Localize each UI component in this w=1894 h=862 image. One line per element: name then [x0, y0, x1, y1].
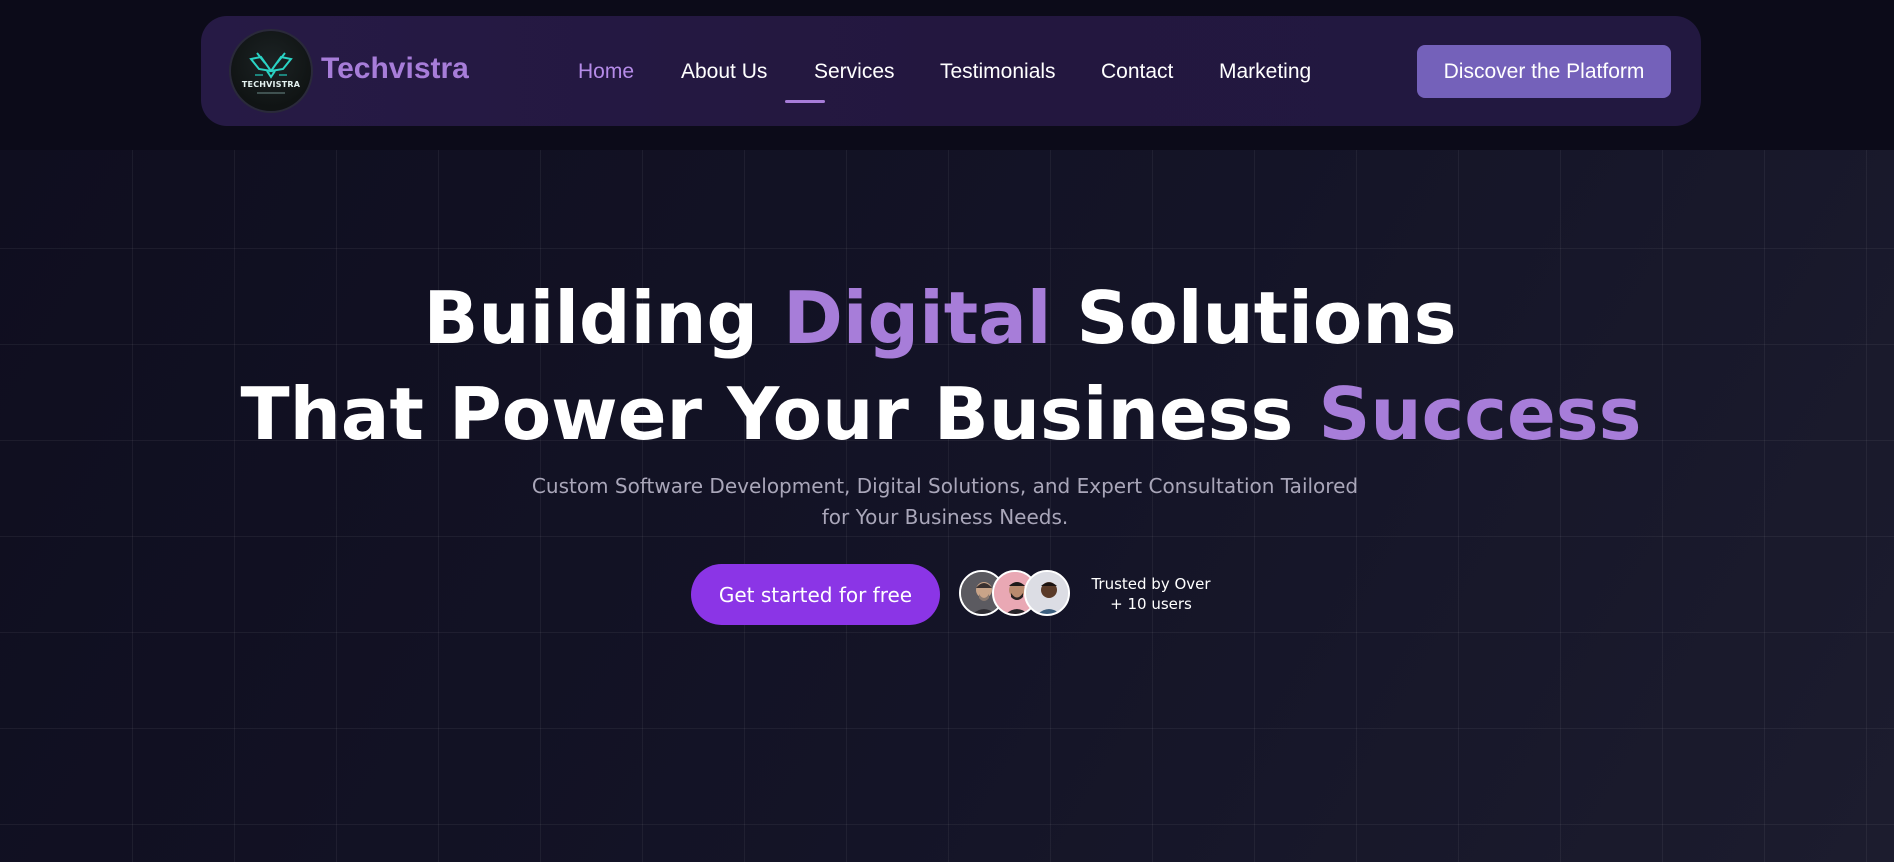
trusted-line-2: + 10 users — [1110, 595, 1192, 613]
nav-home[interactable]: Home — [578, 60, 634, 84]
hero-subtitle: Custom Software Development, Digital Sol… — [531, 474, 1359, 529]
headline-accent-digital: Digital — [783, 276, 1052, 360]
user-avatar-3 — [1024, 570, 1070, 616]
brand-name[interactable]: Techvistra — [321, 52, 469, 86]
trusted-line-1: Trusted by Over — [1091, 575, 1211, 593]
nav-about-us[interactable]: About Us — [681, 60, 767, 84]
discover-platform-button[interactable]: Discover the Platform — [1417, 45, 1671, 98]
nav-contact[interactable]: Contact — [1101, 60, 1173, 84]
nav-testimonials[interactable]: Testimonials — [940, 60, 1056, 84]
get-started-button[interactable]: Get started for free — [691, 564, 940, 625]
headline-text: That Power Your Business — [240, 372, 1319, 456]
headline-text: Building — [423, 276, 784, 360]
nav-marketing[interactable]: Marketing — [1219, 60, 1311, 84]
nav-active-underline — [785, 100, 825, 103]
logo-text: TECHVISTRA — [241, 80, 301, 89]
headline-accent-success: Success — [1318, 372, 1642, 456]
nav-services[interactable]: Services — [814, 60, 895, 84]
hero-headline-line2: That Power Your Business Success — [0, 372, 1888, 456]
navbar: TECHVISTRA Techvistra Home About Us Serv… — [201, 16, 1701, 126]
hero-headline-line1: Building Digital Solutions — [0, 276, 1887, 360]
headline-text: Solutions — [1051, 276, 1457, 360]
trusted-by-text: Trusted by Over + 10 users — [1080, 574, 1222, 614]
page: TECHVISTRA Techvistra Home About Us Serv… — [0, 0, 1894, 862]
logo-icon[interactable]: TECHVISTRA — [231, 31, 311, 111]
